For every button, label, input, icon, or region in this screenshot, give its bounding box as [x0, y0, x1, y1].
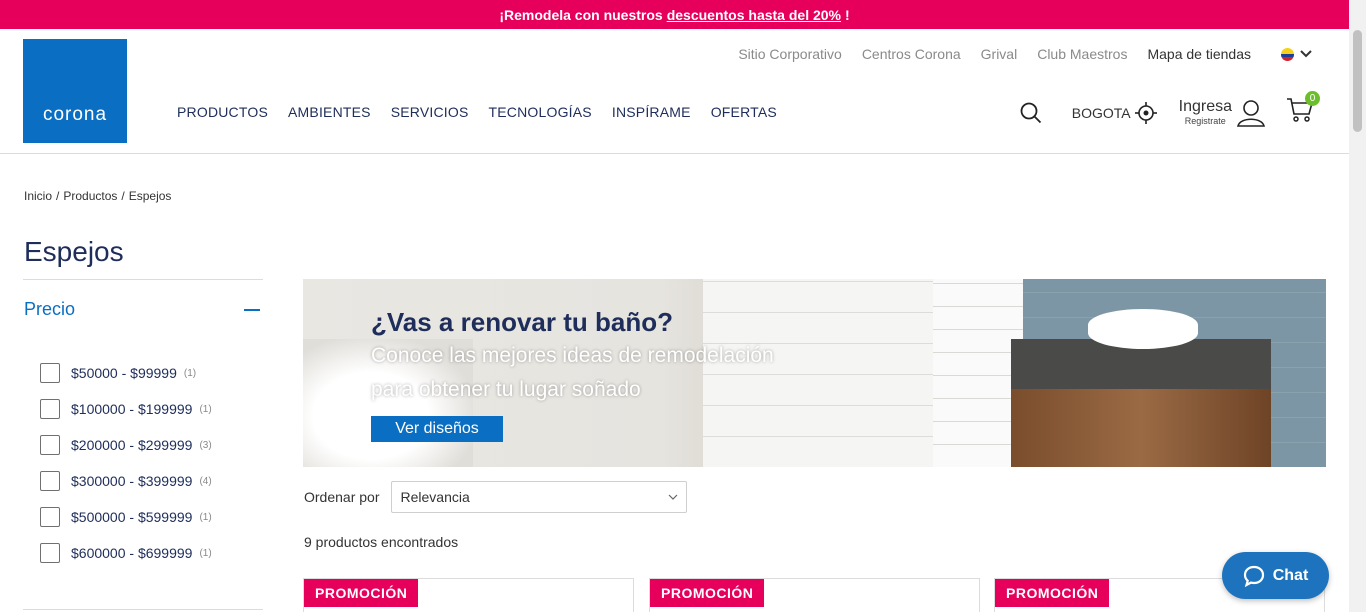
country-selector[interactable] [1271, 47, 1312, 61]
banner-text: ¿Vas a renovar tu baño? Conoce las mejor… [371, 307, 774, 406]
price-filter-option[interactable]: $100000 - $199999 (1) [40, 391, 212, 427]
location-icon [1134, 101, 1157, 124]
nav-ofertas[interactable]: OFERTAS [711, 104, 777, 120]
results-count: 9 productos encontrados [304, 534, 459, 550]
price-range-count: (1) [199, 403, 212, 415]
promo-link[interactable]: descuentos hasta del 20% [667, 7, 841, 23]
header-actions: BOGOTA Ingresa Registrate 0 [1020, 91, 1320, 128]
breadcrumb-productos[interactable]: Productos [63, 189, 117, 203]
banner-drawer [1011, 389, 1271, 467]
nav-tecnologias[interactable]: TECNOLOGÍAS [489, 104, 592, 120]
price-range-label: $200000 - $299999 [71, 437, 193, 453]
promo-end: ! [845, 6, 850, 23]
price-filter-header[interactable]: Precio [24, 299, 260, 320]
scrollbar-thumb[interactable] [1353, 30, 1362, 132]
price-filter-title: Precio [24, 299, 76, 319]
price-range-label: $300000 - $399999 [71, 473, 193, 489]
checkbox[interactable] [40, 507, 60, 527]
header: corona Sitio Corporativo Centros Corona … [0, 29, 1349, 154]
checkbox[interactable] [40, 399, 60, 419]
banner-sink [1088, 309, 1198, 349]
logo-text: corona [42, 104, 108, 125]
city-selector[interactable]: BOGOTA [1071, 101, 1157, 124]
sort-control: Ordenar por Relevancia [304, 481, 688, 513]
product-card[interactable]: PROMOCIÓN [649, 578, 980, 612]
chevron-down-icon [669, 494, 678, 500]
breadcrumb-separator: / [56, 189, 60, 203]
top-link-mapa[interactable]: Mapa de tiendas [1147, 46, 1251, 62]
breadcrumb-separator: / [121, 189, 125, 203]
ver-disenos-button[interactable]: Ver diseños [371, 416, 503, 442]
price-filter-option[interactable]: $500000 - $599999 (1) [40, 499, 212, 535]
price-range-count: (4) [199, 475, 212, 487]
price-range-label: $500000 - $599999 [71, 509, 193, 525]
nav-servicios[interactable]: SERVICIOS [391, 104, 469, 120]
logo[interactable]: corona [23, 39, 127, 143]
user-icon [1237, 99, 1265, 127]
divider [23, 609, 263, 610]
promo-text: ¡Remodela con nuestros [499, 6, 663, 23]
city-label: BOGOTA [1071, 104, 1131, 121]
chevron-down-icon [1300, 50, 1312, 58]
price-range-label: $100000 - $199999 [71, 401, 193, 417]
price-range-count: (1) [199, 511, 212, 523]
scrollbar[interactable] [1349, 0, 1366, 612]
sort-select[interactable]: Relevancia [391, 481, 688, 513]
page-title: Espejos [24, 236, 124, 267]
sort-label: Ordenar por [304, 489, 380, 505]
promotion-badge: PROMOCIÓN [995, 579, 1110, 607]
cart-button[interactable]: 0 [1286, 91, 1320, 128]
register-label: Registrate [1184, 116, 1226, 126]
price-filter-list: $50000 - $99999 (1) $100000 - $199999 (1… [40, 355, 212, 571]
price-filter-option[interactable]: $600000 - $699999 (1) [40, 535, 212, 571]
banner-line: para obtener tu lugar soñado [371, 378, 641, 401]
checkbox[interactable] [40, 543, 60, 563]
banner-tiles [933, 279, 1023, 467]
cart-count-badge: 0 [1305, 91, 1320, 106]
chat-button[interactable]: Chat [1222, 552, 1329, 599]
product-card[interactable]: PROMOCIÓN [303, 578, 634, 612]
promo-banner[interactable]: ¿Vas a renovar tu baño? Conoce las mejor… [303, 279, 1326, 467]
checkbox[interactable] [40, 471, 60, 491]
price-range-count: (1) [199, 547, 212, 559]
flag-icon [1281, 47, 1294, 61]
nav-productos[interactable]: PRODUCTOS [177, 104, 268, 120]
nav-inspirame[interactable]: INSPÍRAME [612, 104, 691, 120]
price-range-count: (3) [199, 439, 212, 451]
price-filter-option[interactable]: $300000 - $399999 (4) [40, 463, 212, 499]
nav-ambientes[interactable]: AMBIENTES [288, 104, 371, 120]
banner-title: ¿Vas a renovar tu baño? [371, 307, 673, 337]
breadcrumb-espejos: Espejos [128, 189, 172, 203]
chat-label: Chat [1272, 566, 1309, 584]
checkbox[interactable] [40, 363, 60, 383]
top-link-club[interactable]: Club Maestros [1037, 46, 1127, 62]
price-filter-option[interactable]: $50000 - $99999 (1) [40, 355, 212, 391]
breadcrumb-inicio[interactable]: Inicio [24, 189, 52, 203]
top-link-grival[interactable]: Grival [981, 46, 1018, 62]
sort-selected-value: Relevancia [400, 489, 470, 505]
top-link-corporativo[interactable]: Sitio Corporativo [738, 46, 842, 62]
price-range-count: (1) [183, 367, 197, 379]
promo-bar: ¡Remodela con nuestros descuentos hasta … [0, 0, 1349, 29]
price-range-label: $50000 - $99999 [71, 365, 177, 381]
login-button[interactable]: Ingresa Registrate [1179, 99, 1266, 127]
promotion-badge: PROMOCIÓN [304, 579, 419, 607]
top-links: Sitio Corporativo Centros Corona Grival … [738, 46, 1312, 62]
divider [23, 279, 263, 280]
main-nav: PRODUCTOS AMBIENTES SERVICIOS TECNOLOGÍA… [177, 104, 777, 120]
login-label: Ingresa [1178, 98, 1232, 115]
collapse-icon[interactable] [244, 308, 260, 311]
chat-icon [1243, 565, 1264, 587]
checkbox[interactable] [40, 435, 60, 455]
banner-line: Conoce las mejores ideas de remodelación [371, 344, 774, 367]
price-range-label: $600000 - $699999 [71, 545, 193, 561]
search-icon[interactable] [1020, 102, 1042, 124]
breadcrumb: Inicio / Productos / Espejos [24, 189, 171, 203]
promotion-badge: PROMOCIÓN [650, 579, 765, 607]
top-link-centros[interactable]: Centros Corona [862, 46, 961, 62]
price-filter-option[interactable]: $200000 - $299999 (3) [40, 427, 212, 463]
